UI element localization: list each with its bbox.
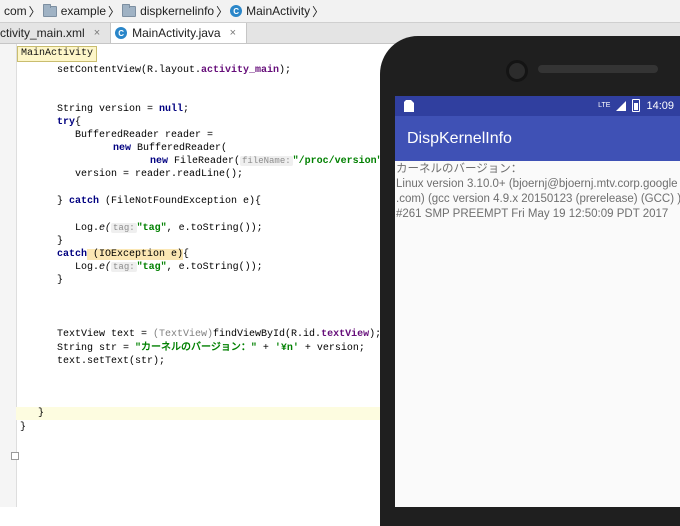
breadcrumb-item-mainactivity[interactable]: C MainActivity [228,4,312,18]
content-line: Linux version 3.10.0+ (bjoernj@bjoernj.m… [396,178,678,190]
code-line: } [57,275,64,286]
class-icon: C [115,27,128,39]
chevron-right-icon: 〉 [216,4,229,19]
breadcrumb-label: com [4,4,27,18]
status-icons: LTE 14:09 [598,99,674,112]
parameter-hint: tag: [111,223,137,233]
folder-icon [42,3,57,17]
chevron-right-icon: 〉 [28,4,41,19]
code-line: new BufferedReader( [113,143,228,154]
code-line: String version = null; [57,104,190,115]
editor-gutter[interactable] [0,44,19,507]
folder-icon [122,3,137,17]
tab-label: ctivity_main.xml [0,26,85,40]
breadcrumb-label: dispkernelinfo [140,4,215,18]
app-toolbar: DispKernelInfo [395,116,680,161]
code-line: TextView text = (TextView)findViewById(R… [57,329,382,340]
content-line: カーネルのバージョン： [396,163,523,175]
status-time: 14:09 [646,99,674,112]
class-icon: C [230,5,243,17]
code-line: } [57,236,64,247]
breadcrumb-item-dispkernelinfo[interactable]: dispkernelinfo [120,3,216,18]
structure-tooltip: MainActivity [17,46,98,62]
code-line: Log.e(tag: "tag", e.toString()); [75,223,263,234]
tab-activity-main-xml[interactable]: ctivity_main.xml × [0,23,112,43]
tab-label: MainActivity.java [132,26,221,40]
code-line: try{ [57,117,82,128]
code-line: } catch (FileNotFoundException e){ [57,196,262,207]
emulator-screen[interactable]: LTE 14:09 DispKernelInfo カーネルのバージョン： Lin… [395,96,680,507]
fold-icon[interactable] [11,452,19,460]
code-line: text.setText(str); [57,356,166,367]
speaker-grille [538,65,658,73]
app-title: DispKernelInfo [407,130,512,147]
code-line: new FileReader(fileName:"/proc/version")… [150,156,401,167]
breadcrumb-label: example [60,4,107,18]
breadcrumb: com 〉 example 〉 dispkernelinfo 〉 C MainA… [0,0,680,23]
sim-card-icon [404,100,414,112]
code-line: BufferedReader reader = [75,130,214,141]
battery-icon [632,99,641,112]
chevron-right-icon: 〉 [108,4,121,19]
breadcrumb-item-com[interactable]: com [2,4,29,18]
code-line: String str = "カーネルのバージョン：" + '¥n' + vers… [57,343,365,354]
camera-icon [506,60,528,82]
tab-mainactivity-java[interactable]: C MainActivity.java × [111,23,248,43]
code-line: setContentView(R.layout.activity_main); [57,65,292,76]
close-icon[interactable]: × [230,27,236,39]
code-line: } [20,422,27,433]
close-icon[interactable]: × [94,27,100,39]
content-line: #261 SMP PREEMPT Fri May 19 12:50:09 PDT… [396,208,669,220]
parameter-hint: fileName: [240,156,293,166]
status-bar: LTE 14:09 [395,96,680,116]
network-type: LTE [598,102,611,109]
code-line: Log.e(tag: "tag", e.toString()); [75,262,263,273]
breadcrumb-label: MainActivity [246,4,311,18]
content-line: .com) (gcc version 4.9.x 20150123 (prere… [396,193,680,205]
chevron-right-icon: 〉 [312,4,325,19]
parameter-hint: tag: [111,262,137,272]
code-line: } [38,408,45,419]
code-line: version = reader.readLine(); [75,169,244,180]
code-line: catch (IOException e){ [57,249,190,260]
signal-icon [616,100,627,111]
breadcrumb-item-example[interactable]: example [41,3,108,18]
current-line-highlight [16,407,380,420]
kernel-info-text: カーネルのバージョン： Linux version 3.10.0+ (bjoer… [396,162,680,222]
